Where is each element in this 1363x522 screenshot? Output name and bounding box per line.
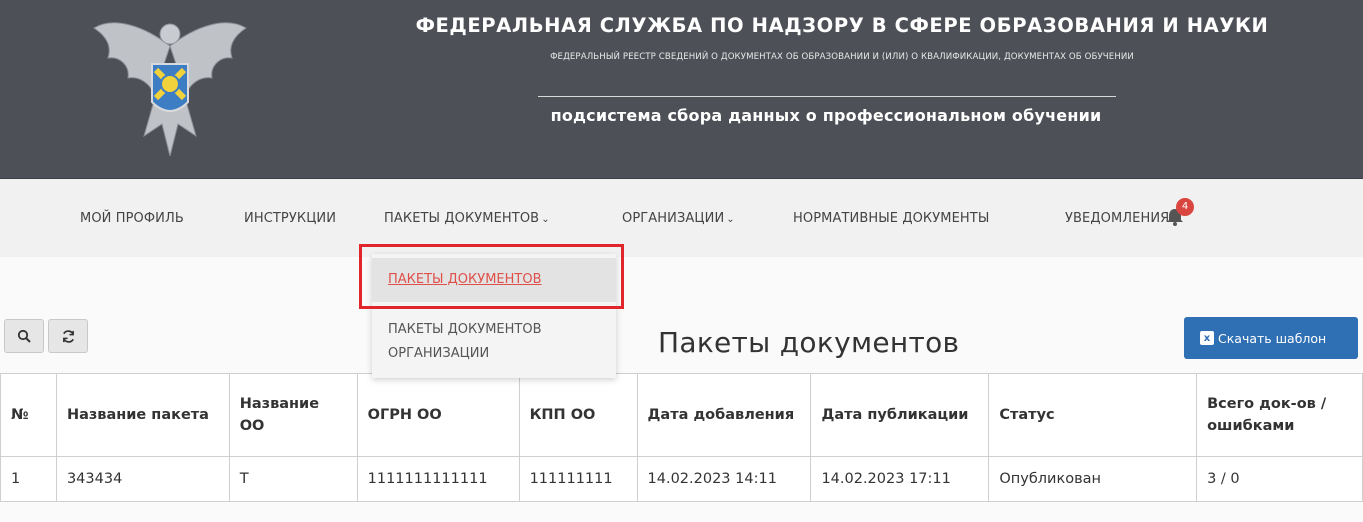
dropdown-item-document-packages[interactable]: ПАКЕТЫ ДОКУМЕНТОВ xyxy=(372,258,616,302)
nav-instructions[interactable]: ИНСТРУКЦИИ xyxy=(244,211,336,226)
cell-ogrn: 1111111111111 xyxy=(356,456,520,502)
search-button[interactable] xyxy=(4,319,44,353)
cell-kpp: 111111111 xyxy=(518,456,638,502)
eagle-emblem-icon xyxy=(93,22,247,157)
download-template-label: Скачать шаблон xyxy=(1218,330,1327,346)
nav-notifications[interactable]: УВЕДОМЛЕНИЯ xyxy=(1065,211,1169,226)
chevron-down-icon: ⌄ xyxy=(541,214,550,225)
cell-number: 1 xyxy=(0,456,57,502)
col-header-date-added[interactable]: Дата добавления xyxy=(636,373,812,457)
cell-package-name: 343434 xyxy=(55,456,230,502)
nav-normative-documents[interactable]: НОРМАТИВНЫЕ ДОКУМЕНТЫ xyxy=(793,211,989,226)
registry-subtitle: ФЕДЕРАЛЬНЫЙ РЕЕСТР СВЕДЕНИЙ О ДОКУМЕНТАХ… xyxy=(550,52,1134,62)
cell-org-name: Т xyxy=(228,456,358,502)
col-header-ogrn[interactable]: ОГРН ОО xyxy=(356,373,520,457)
cell-date-published: 14.02.2023 17:11 xyxy=(810,456,990,502)
col-header-number[interactable]: № xyxy=(0,373,57,457)
col-header-kpp[interactable]: КПП ОО xyxy=(518,373,638,457)
col-header-doc-totals[interactable]: Всего док-ов / ошибками xyxy=(1196,373,1363,457)
table-header-row: № Название пакета Название ОО ОГРН ОО КП… xyxy=(0,373,1363,457)
cell-status: Опубликован xyxy=(988,456,1198,502)
page-title: Пакеты документов xyxy=(658,326,960,359)
nav-document-packages-label: ПАКЕТЫ ДОКУМЕНТОВ xyxy=(384,211,540,226)
table-row[interactable]: 1 343434 Т 1111111111111 111111111 14.02… xyxy=(0,456,1363,502)
packages-table: № Название пакета Название ОО ОГРН ОО КП… xyxy=(0,373,1363,502)
nav-document-packages[interactable]: ПАКЕТЫ ДОКУМЕНТОВ ⌄ xyxy=(384,211,550,226)
chevron-down-icon: ⌄ xyxy=(726,214,735,225)
cell-date-added: 14.02.2023 14:11 xyxy=(636,456,812,502)
nav-my-profile[interactable]: МОЙ ПРОФИЛЬ xyxy=(80,211,184,226)
nav-organizations-label: ОРГАНИЗАЦИИ xyxy=(622,211,725,226)
agency-title: ФЕДЕРАЛЬНАЯ СЛУЖБА ПО НАДЗОРУ В СФЕРЕ ОБ… xyxy=(415,14,1269,37)
nav-organizations[interactable]: ОРГАНИЗАЦИИ ⌄ xyxy=(622,211,735,226)
download-template-button[interactable]: x Скачать шаблон xyxy=(1184,317,1358,359)
main-nav: МОЙ ПРОФИЛЬ ИНСТРУКЦИИ ПАКЕТЫ ДОКУМЕНТОВ… xyxy=(0,179,1363,257)
col-header-package-name[interactable]: Название пакета xyxy=(55,373,230,457)
search-icon xyxy=(17,329,31,343)
dropdown-item-org-document-packages[interactable]: ПАКЕТЫ ДОКУМЕНТОВ ОРГАНИЗАЦИИ xyxy=(388,318,608,366)
subsystem-title: подсистема сбора данных о профессиональн… xyxy=(550,106,1102,125)
cell-doc-totals: 3 / 0 xyxy=(1196,456,1363,502)
excel-icon: x xyxy=(1200,331,1214,345)
col-header-date-published[interactable]: Дата публикации xyxy=(810,373,990,457)
refresh-icon xyxy=(62,329,74,343)
notification-badge: 4 xyxy=(1176,198,1194,216)
col-header-status[interactable]: Статус xyxy=(988,373,1198,457)
header-divider xyxy=(538,96,1116,97)
col-header-org-name[interactable]: Название ОО xyxy=(228,373,358,457)
dropdown-item-document-packages-label[interactable]: ПАКЕТЫ ДОКУМЕНТОВ xyxy=(388,272,542,287)
refresh-button[interactable] xyxy=(48,319,88,353)
site-header: ФЕДЕРАЛЬНАЯ СЛУЖБА ПО НАДЗОРУ В СФЕРЕ ОБ… xyxy=(0,0,1363,179)
